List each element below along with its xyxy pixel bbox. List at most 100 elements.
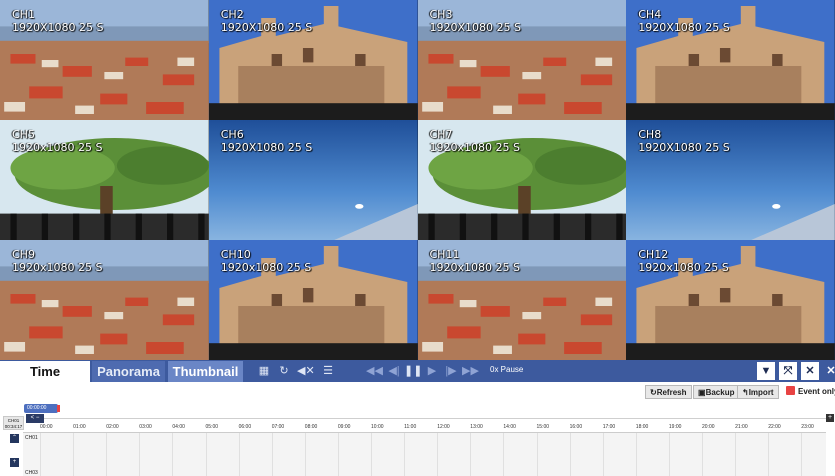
row-label-ch03: CH03 [25,470,38,476]
zoom-plus-button[interactable]: + [10,458,19,467]
camera-tile[interactable]: CH5 1920x1080 25 S [0,120,209,240]
hour-gridline [570,433,571,476]
camera-label: CH2 1920X1080 25 S [221,8,313,34]
camera-tile[interactable]: CH12 1920x1080 25 S [626,240,835,360]
camera-tile[interactable]: CH4 1920X1080 25 S [626,0,835,120]
play-icon[interactable]: ▶ [424,363,440,379]
hour-gridline [603,433,604,476]
hour-tick-label: 20:00 [702,424,715,430]
camera-tile[interactable]: CH10 1920x1080 25 S [209,240,418,360]
pause-icon[interactable]: ❚❚ [404,363,420,379]
close-panel-icon[interactable]: ✕ [801,362,819,380]
time-cursor[interactable] [57,405,60,412]
camera-tile[interactable]: CH11 1920x1080 25 S [418,240,627,360]
hour-gridline [636,433,637,476]
playback-speed: 0x Pause [490,365,523,374]
import-icon: ↰ [742,388,749,397]
fullscreen-icon[interactable]: ⤧ [779,362,797,380]
hour-gridline [139,433,140,476]
hour-gridline [40,433,41,476]
hour-tick-label: 12:00 [437,424,450,430]
hour-tick-label: 03:00 [139,424,152,430]
timeline-prev-button[interactable]: < − [26,414,44,423]
import-button[interactable]: ↰Import [737,385,779,399]
camera-tile[interactable]: CH1 1920X1080 25 S [0,0,209,120]
dropdown-icon[interactable]: ▼ [757,362,775,380]
camera-tile[interactable]: CH7 1920x1080 25 S [418,120,627,240]
hour-gridline [537,433,538,476]
camera-label: CH6 1920X1080 25 S [221,128,313,154]
refresh-button[interactable]: ↻Refresh [645,385,692,399]
hour-gridline [735,433,736,476]
backup-button[interactable]: ▣Backup [693,385,739,399]
tab-thumbnail[interactable]: Thumbnail [168,361,243,382]
channel-rows[interactable] [23,432,826,476]
hour-tick-label: 19:00 [669,424,682,430]
hour-tick-label: 13:00 [470,424,483,430]
timeline-scrollbar[interactable]: ⌃ + [10,432,19,475]
playback-toolbar: Time Panorama Thumbnail ▦ ↻ ◀✕ ☰ ◀◀ ◀| ❚… [0,360,835,382]
hour-tick-label: 05:00 [206,424,219,430]
refresh-icon[interactable]: ↻ [276,363,292,379]
hour-tick-label: 10:00 [371,424,384,430]
exit-icon[interactable]: ✕ [822,362,835,380]
hour-tick-label: 23:00 [801,424,814,430]
hour-tick-label: 09:00 [338,424,351,430]
hour-gridline [73,433,74,476]
camera-tile[interactable]: CH8 1920X1080 25 S [626,120,835,240]
hour-tick-label: 04:00 [172,424,185,430]
channel-info: CH01 00:34:17 [3,416,24,430]
list-icon[interactable]: ☰ [320,363,336,379]
hour-tick-label: 22:00 [768,424,781,430]
hour-gridline [503,433,504,476]
hour-tick-label: 00:00 [40,424,53,430]
tab-time[interactable]: Time [0,361,90,382]
time-slider-track[interactable] [26,418,826,419]
hour-tick-label: 16:00 [570,424,583,430]
zoom-in-button[interactable]: + [826,414,834,422]
hour-tick-label: 15:00 [537,424,550,430]
hour-gridline [404,433,405,476]
refresh-icon: ↻ [650,388,657,397]
hour-gridline [239,433,240,476]
camera-label: CH7 1920x1080 25 S [430,128,520,154]
hour-tick-label: 01:00 [73,424,86,430]
camera-tile[interactable]: CH3 1920X1080 25 S [418,0,627,120]
step-forward-icon[interactable]: |▶ [443,363,459,379]
hour-gridline [305,433,306,476]
hour-gridline [206,433,207,476]
hour-gridline [371,433,372,476]
hour-gridline [172,433,173,476]
row-label-ch01: CH01 [25,435,38,441]
hour-gridline [338,433,339,476]
fast-rewind-icon[interactable]: ◀◀ [366,363,382,379]
hour-gridline [801,433,802,476]
hour-tick-label: 06:00 [239,424,252,430]
camera-tile[interactable]: CH2 1920X1080 25 S [209,0,418,120]
camera-tile[interactable]: CH6 1920X1080 25 S [209,120,418,240]
grid-view-icon[interactable]: ▦ [256,363,272,379]
hour-gridline [437,433,438,476]
camera-tile[interactable]: CH9 1920x1080 25 S [0,240,209,360]
fast-forward-icon[interactable]: ▶▶ [462,363,478,379]
event-only-toggle[interactable]: Event only [786,385,835,399]
hour-tick-label: 07:00 [272,424,285,430]
hour-tick-label: 18:00 [636,424,649,430]
hour-tick-label: 02:00 [106,424,119,430]
hour-gridline [768,433,769,476]
step-back-icon[interactable]: ◀| [386,363,402,379]
backup-icon: ▣ [698,388,706,397]
camera-label: CH10 1920x1080 25 S [221,248,311,274]
hour-gridline [702,433,703,476]
camera-label: CH3 1920X1080 25 S [430,8,522,34]
scroll-up-button[interactable]: ⌃ [10,434,19,443]
camera-label: CH9 1920x1080 25 S [12,248,102,274]
mute-icon[interactable]: ◀✕ [297,363,313,379]
event-marker-icon [786,386,795,395]
hour-tick-label: 21:00 [735,424,748,430]
tab-panorama[interactable]: Panorama [92,361,165,382]
current-time-display[interactable]: 00:00:00 [24,404,58,413]
camera-label: CH4 1920X1080 25 S [638,8,730,34]
camera-label: CH12 1920x1080 25 S [638,248,728,274]
camera-label: CH8 1920X1080 25 S [638,128,730,154]
